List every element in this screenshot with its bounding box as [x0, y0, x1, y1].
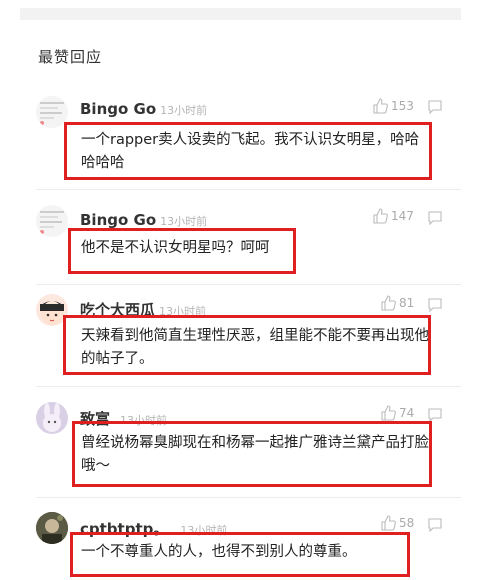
like-button[interactable]: 81	[380, 295, 414, 311]
highlight-box	[64, 122, 432, 180]
reply-button[interactable]	[427, 408, 443, 422]
thumbs-up-icon	[381, 295, 396, 311]
speech-bubble-icon	[428, 518, 442, 532]
username[interactable]: Bingo Go 13小时前	[80, 100, 207, 118]
thumbs-up-icon	[381, 405, 396, 421]
thumbs-up-icon	[373, 208, 388, 224]
section-title: 最赞回应	[38, 48, 103, 66]
highlight-box	[70, 532, 410, 577]
speech-bubble-icon	[428, 408, 442, 422]
reply-button[interactable]	[427, 211, 443, 225]
reply-button[interactable]	[427, 298, 443, 312]
bunny-avatar-icon[interactable]	[36, 402, 68, 434]
timestamp: 13小时前	[160, 104, 208, 117]
highlight-box	[63, 315, 431, 375]
divider	[36, 284, 461, 285]
like-count: 74	[399, 406, 415, 420]
thumbs-up-icon	[381, 515, 396, 531]
username-text[interactable]: Bingo Go	[80, 100, 156, 118]
like-count: 147	[391, 209, 414, 223]
username[interactable]: Bingo Go 13小时前	[80, 211, 207, 229]
like-count: 58	[399, 516, 415, 530]
divider	[36, 386, 461, 387]
speech-bubble-icon	[428, 298, 442, 312]
username-text[interactable]: Bingo Go	[80, 211, 156, 229]
reply-button[interactable]	[427, 100, 443, 114]
like-button[interactable]: 74	[380, 405, 414, 421]
divider	[36, 189, 461, 190]
photo-avatar-icon[interactable]	[36, 512, 68, 544]
thumbs-up-icon	[373, 98, 388, 114]
top-divider-bar	[20, 8, 461, 20]
like-button[interactable]: 58	[380, 515, 414, 531]
like-count: 81	[399, 296, 415, 310]
screenshot-avatar-icon[interactable]	[36, 205, 68, 237]
like-button[interactable]: 153	[372, 98, 414, 114]
like-count: 153	[391, 99, 414, 113]
highlight-box	[68, 228, 296, 274]
speech-bubble-icon	[428, 211, 442, 225]
like-button[interactable]: 147	[372, 208, 414, 224]
speech-bubble-icon	[428, 100, 442, 114]
reply-button[interactable]	[427, 518, 443, 532]
divider	[36, 497, 461, 498]
highlight-box	[72, 421, 432, 487]
timestamp: 13小时前	[160, 215, 208, 228]
